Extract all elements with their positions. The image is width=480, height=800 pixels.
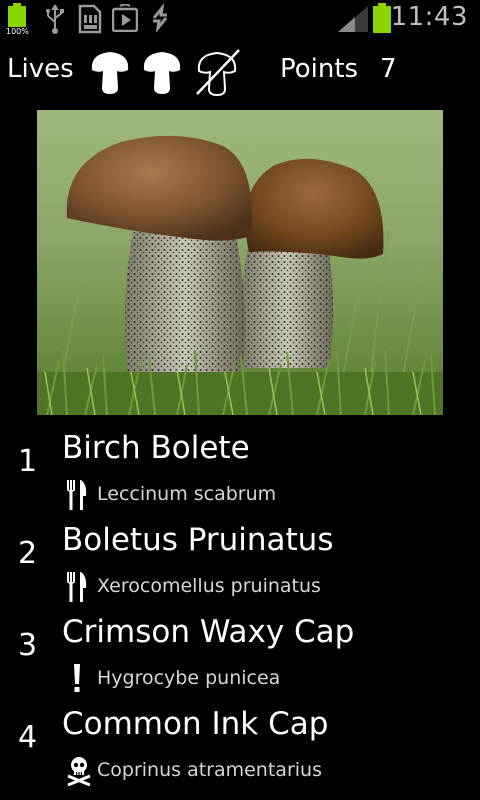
lost-life-icon: [193, 48, 243, 102]
option-latin-name: Hygrocybe punicea: [97, 667, 281, 689]
fork-knife-icon: [66, 572, 88, 606]
exclamation-icon: [66, 664, 88, 698]
answer-option-4[interactable]: 4 Common Ink Cap Coprinus atramentarius: [0, 706, 480, 798]
fork-knife-icon: [66, 480, 88, 514]
answer-option-1[interactable]: 1 Birch Bolete Leccinum scabrum: [0, 430, 480, 522]
play-store-icon: [111, 3, 139, 36]
option-number: 2: [18, 536, 38, 571]
sd-card-icon: [76, 4, 102, 38]
answer-option-2[interactable]: 2 Boletus Pruinatus Xerocomellus pruinat…: [0, 522, 480, 614]
option-common-name: Birch Bolete: [62, 430, 250, 466]
status-bar: 100% 11:43: [0, 0, 480, 38]
lives-label: Lives: [7, 54, 74, 84]
points-value: 7: [380, 54, 397, 84]
option-number: 3: [18, 628, 38, 663]
option-number: 4: [18, 720, 38, 755]
answer-option-3[interactable]: 3 Crimson Waxy Cap Hygrocybe punicea: [0, 614, 480, 706]
option-common-name: Crimson Waxy Cap: [62, 614, 355, 650]
option-latin-name: Coprinus atramentarius: [97, 759, 322, 781]
option-latin-name: Xerocomellus pruinatus: [97, 575, 321, 597]
usb-icon: [44, 4, 66, 38]
mushroom-photo: [37, 110, 443, 415]
points-label: Points: [280, 54, 359, 84]
signal-icon: [338, 6, 368, 36]
battery-icon: [372, 3, 392, 37]
battery-icon: 100%: [6, 3, 29, 36]
mushroom-life-icon: [89, 48, 131, 100]
battery-percent: 100%: [6, 27, 29, 36]
option-latin-name: Leccinum scabrum: [97, 483, 277, 505]
sync-icon: [148, 2, 172, 36]
option-common-name: Common Ink Cap: [62, 706, 329, 742]
option-common-name: Boletus Pruinatus: [62, 522, 334, 558]
mushroom-life-icon: [141, 48, 183, 100]
skull-icon: [66, 756, 92, 790]
option-number: 1: [18, 444, 38, 479]
status-clock: 11:43: [390, 2, 468, 32]
